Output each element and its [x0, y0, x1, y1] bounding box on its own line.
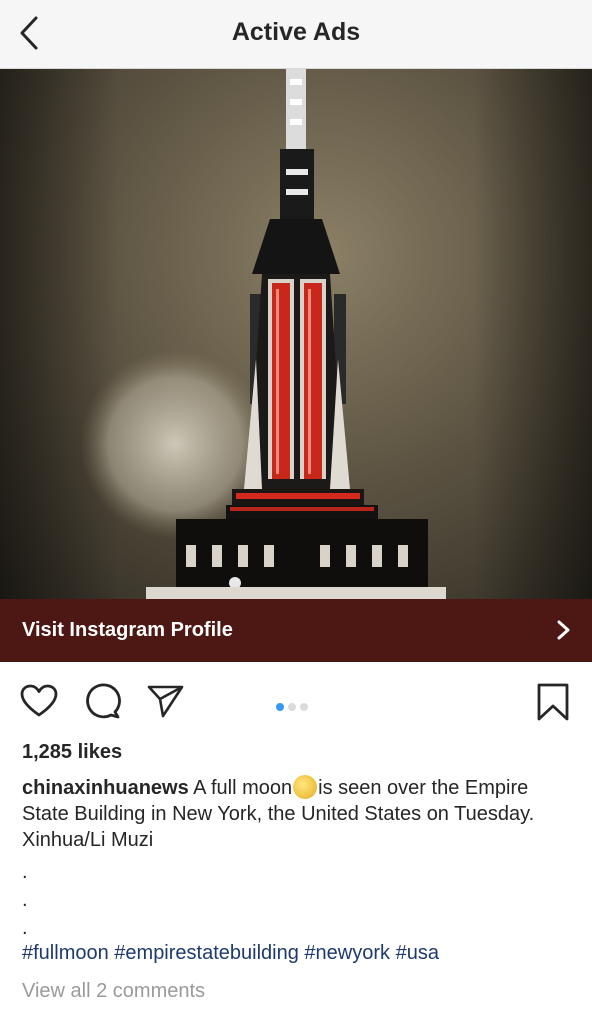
hashtag-newyork[interactable]: #newyork — [304, 942, 390, 964]
bookmark-icon — [537, 683, 569, 721]
caption-text-start: A full moon — [188, 777, 293, 799]
hashtag-usa[interactable]: #usa — [396, 942, 439, 964]
caption-separator-dot: . — [22, 917, 28, 939]
caption-username[interactable]: chinaxinhuanews — [22, 777, 189, 799]
share-icon — [147, 685, 184, 718]
post-action-bar — [0, 662, 592, 738]
hashtag-empirestatebuilding[interactable]: #empirestatebuilding — [114, 942, 299, 964]
post-caption: chinaxinhuanews A full moon is seen over … — [22, 775, 572, 853]
like-button[interactable] — [20, 684, 58, 723]
chevron-right-icon — [557, 620, 570, 640]
caption-separator-dot: . — [22, 889, 28, 911]
visit-profile-label: Visit Instagram Profile — [22, 619, 233, 641]
share-button[interactable] — [146, 684, 184, 723]
hashtag-fullmoon[interactable]: #fullmoon — [22, 942, 109, 964]
carousel-dot — [288, 703, 296, 711]
carousel-dot-active — [276, 703, 284, 711]
like-count[interactable]: 1,285 likes — [22, 741, 122, 764]
top-nav-bar: Active Ads — [0, 0, 592, 69]
hashtag-list: #fullmoon #empirestatebuilding #newyork … — [22, 942, 439, 965]
full-moon-emoji-icon — [293, 775, 318, 799]
view-comments-link[interactable]: View all 2 comments — [22, 980, 205, 1003]
caption-separator-dot: . — [22, 861, 28, 883]
page-title: Active Ads — [231, 18, 361, 46]
empire-state-moon-illustration — [0, 69, 592, 599]
comment-button[interactable] — [84, 682, 122, 725]
comment-icon — [86, 683, 121, 719]
save-button[interactable] — [536, 682, 570, 727]
heart-icon — [20, 684, 58, 717]
post-image[interactable] — [0, 69, 592, 599]
visit-profile-button[interactable]: Visit Instagram Profile — [0, 599, 592, 662]
carousel-dot — [300, 703, 308, 711]
carousel-indicator — [276, 698, 312, 711]
